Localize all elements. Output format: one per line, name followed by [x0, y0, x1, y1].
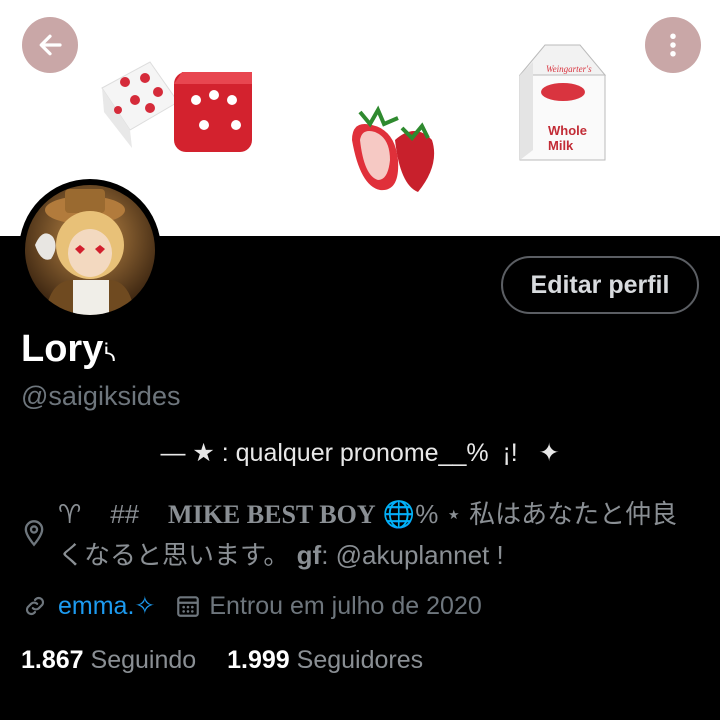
more-vertical-icon: [670, 33, 676, 57]
profile-name: Loryᓵ: [21, 328, 115, 371]
profile-name-suffix: ᓵ: [103, 344, 116, 366]
profile-handle: @saigiksides: [21, 381, 181, 411]
following-label: Seguindo: [90, 646, 197, 674]
avatar[interactable]: [19, 179, 161, 321]
bio-part-1: ♈ ##: [58, 499, 169, 529]
bio-gf-text: : @akuplannet !: [321, 540, 504, 570]
avatar-image: [25, 185, 155, 315]
bio-pronoun-line: — ★ : qualquer pronome__% ¡! ✦: [160, 439, 560, 467]
followers-label: Seguidores: [296, 646, 424, 674]
more-options-button[interactable]: [645, 17, 701, 73]
strawberries-image: [352, 105, 435, 192]
profile-meta: emma.✧ Entrou em julho de 2020: [22, 589, 482, 623]
profile-stats: 1.867 Seguindo 1.999 Seguidores: [21, 646, 423, 675]
svg-text:Whole: Whole: [548, 123, 587, 138]
profile-name-text: Lory: [21, 328, 104, 370]
bio-gf-label: gf: [296, 540, 322, 570]
followers-link[interactable]: 1.999 Seguidores: [227, 646, 423, 674]
milk-carton-image: Weingarter's Whole Milk: [518, 44, 607, 161]
link-icon: [25, 596, 45, 616]
bio-location-text: ♈ ## MIKE BEST BOY 🌐% ⋆ 私はあなたと仲良くなると思います…: [58, 494, 688, 576]
followers-count: 1.999: [227, 646, 290, 674]
following-count: 1.867: [21, 646, 84, 674]
svg-text:Milk: Milk: [548, 138, 574, 153]
location-pin-icon: [24, 520, 44, 547]
milk-brand-text: Weingarter's: [546, 64, 592, 74]
following-link[interactable]: 1.867 Seguindo: [21, 646, 196, 674]
bio-mike: MIKE BEST BOY: [168, 500, 376, 529]
edit-profile-button[interactable]: Editar perfil: [501, 256, 699, 314]
back-button[interactable]: [22, 17, 78, 73]
dice-image: [101, 61, 252, 152]
arrow-left-icon: [39, 34, 62, 56]
profile-website-link[interactable]: emma.✧: [58, 591, 155, 621]
joined-date: Entrou em julho de 2020: [209, 591, 482, 620]
calendar-icon: [177, 596, 200, 617]
